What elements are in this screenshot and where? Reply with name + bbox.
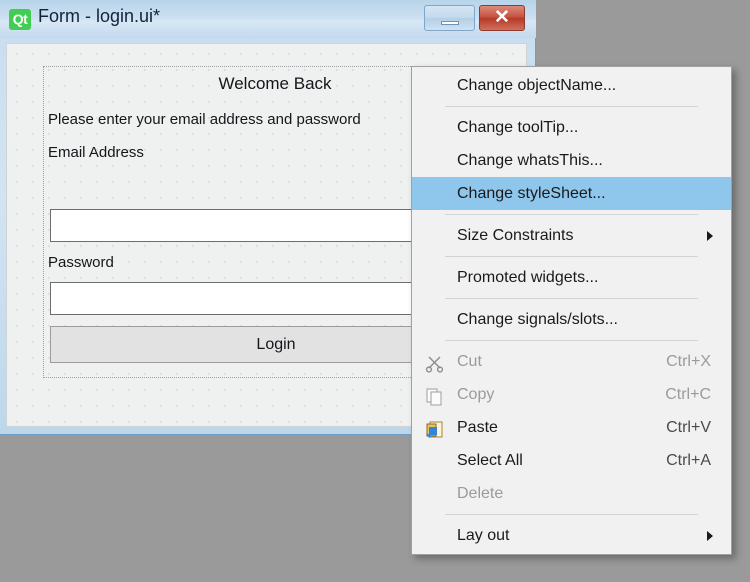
subtitle-label: Please enter your email address and pass… [48,111,361,128]
menu-item-label: Change signals/slots... [457,311,618,328]
menu-separator [445,256,698,257]
menu-separator [445,214,698,215]
menu-item-delete: Delete [412,477,731,510]
menu-item-label: Delete [457,485,504,502]
menu-item-label: Change styleSheet... [457,185,606,202]
window-title: Form - login.ui* [38,6,161,26]
menu-item-change-stylesheet[interactable]: Change styleSheet... [412,177,731,210]
context-menu[interactable]: Change objectName... Change toolTip... Cha… [411,66,732,555]
menu-item-label: Cut [457,353,482,370]
menu-item-change-signals-slots[interactable]: Change signals/slots... [412,303,731,336]
qt-logo-icon: Qt [9,9,31,30]
chevron-right-icon [707,531,713,541]
menu-item-label: Change toolTip... [457,119,579,136]
menu-item-label: Copy [457,386,495,403]
menu-item-change-whatsthis[interactable]: Change whatsThis... [412,144,731,177]
menu-item-select-all[interactable]: Select All Ctrl+A [412,444,731,477]
menu-item-label: Select All [457,452,523,469]
screen: Qt Form - login.ui* ✕ Welcome Back Pleas… [0,0,750,582]
menu-item-cut: Cut Ctrl+X [412,345,731,378]
menu-separator [445,106,698,107]
menu-item-label: Size Constraints [457,227,574,244]
menu-item-shortcut: Ctrl+V [666,419,711,436]
menu-item-label: Promoted widgets... [457,269,599,286]
menu-item-size-constraints[interactable]: Size Constraints [412,219,731,252]
menu-item-label: Paste [457,419,498,436]
menu-item-label: Change objectName... [457,77,617,94]
window-titlebar: Qt Form - login.ui* ✕ [0,0,536,38]
minimize-button[interactable] [424,5,475,31]
copy-icon [425,385,445,406]
menu-item-change-tooltip[interactable]: Change toolTip... [412,111,731,144]
menu-item-label: Change whatsThis... [457,152,603,169]
scissors-icon [425,352,445,373]
menu-item-paste[interactable]: Paste Ctrl+V [412,411,731,444]
chevron-right-icon [707,231,713,241]
menu-item-promoted-widgets[interactable]: Promoted widgets... [412,261,731,294]
close-button[interactable]: ✕ [479,5,525,31]
menu-item-label: Lay out [457,527,510,544]
menu-item-shortcut: Ctrl+X [666,353,711,370]
menu-item-change-objectname[interactable]: Change objectName... [412,69,731,102]
close-icon: ✕ [494,7,510,28]
paste-icon [425,418,445,438]
menu-item-copy: Copy Ctrl+C [412,378,731,411]
menu-item-shortcut: Ctrl+C [665,386,711,403]
menu-separator [445,298,698,299]
menu-separator [445,340,698,341]
minimize-icon [441,21,459,25]
menu-item-lay-out[interactable]: Lay out [412,519,731,552]
menu-item-shortcut: Ctrl+A [666,452,711,469]
password-label: Password [48,254,114,271]
menu-separator [445,514,698,515]
email-label: Email Address [48,144,144,161]
